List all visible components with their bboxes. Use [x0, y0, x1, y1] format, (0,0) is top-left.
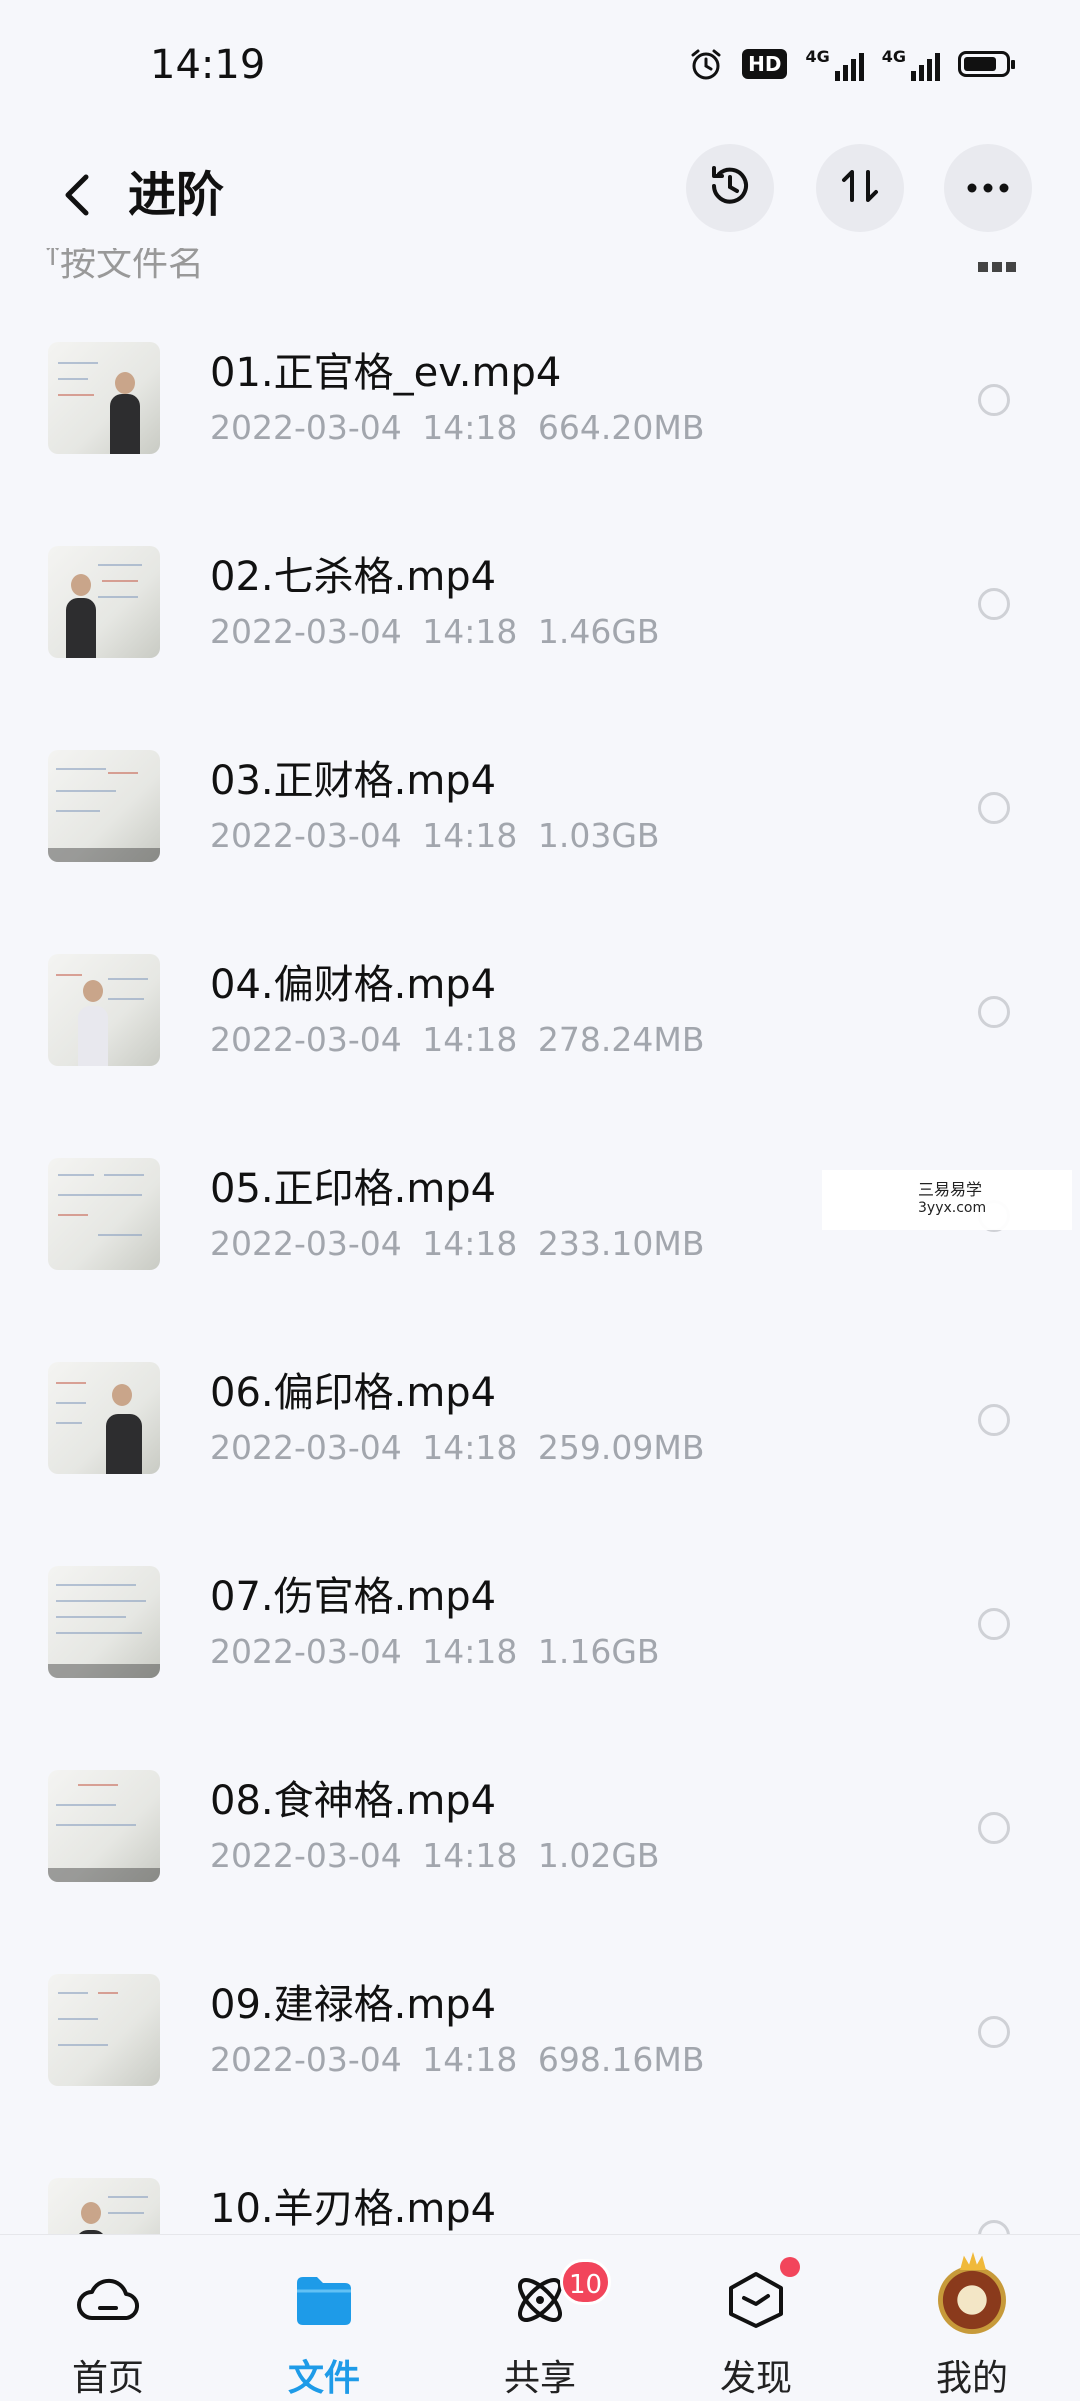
- bottom-nav: 首页 文件 10 共享 发现 我的: [0, 2234, 1080, 2401]
- list-item[interactable]: 06.偏印格.mp4 2022-03-04 14:18 259.09MB: [0, 1320, 1080, 1524]
- file-name: 06.偏印格.mp4: [210, 1370, 497, 1416]
- select-checkbox[interactable]: [978, 384, 1010, 416]
- more-button[interactable]: [944, 144, 1032, 232]
- signal-4g-icon: 4G: [805, 47, 864, 81]
- cloud-icon: [73, 2265, 143, 2335]
- nav-home[interactable]: 首页: [28, 2235, 188, 2401]
- select-checkbox[interactable]: [978, 792, 1010, 824]
- file-name: 04.偏财格.mp4: [210, 962, 497, 1008]
- list-item[interactable]: 09.建禄格.mp4 2022-03-04 14:18 698.16MB: [0, 1932, 1080, 2136]
- file-meta: 2022-03-04 14:18 1.03GB: [210, 816, 660, 855]
- battery-icon: [958, 51, 1015, 77]
- file-name: 08.食神格.mp4: [210, 1778, 497, 1824]
- file-name: 03.正财格.mp4: [210, 758, 497, 804]
- video-thumbnail: [48, 1770, 160, 1882]
- video-thumbnail: [48, 1566, 160, 1678]
- list-item[interactable]: 02.七杀格.mp4 2022-03-04 14:18 1.46GB: [0, 504, 1080, 708]
- grid-view-icon[interactable]: [978, 262, 1016, 272]
- list-item[interactable]: 10.羊刃格.mp4: [0, 2136, 1080, 2234]
- nav-share[interactable]: 10 共享: [460, 2235, 620, 2401]
- select-checkbox[interactable]: [978, 2016, 1010, 2048]
- avatar: [937, 2265, 1007, 2335]
- more-dots-icon: [966, 179, 1010, 198]
- sort-row[interactable]: ↑ 按文件名: [0, 248, 1080, 288]
- sort-button[interactable]: [816, 144, 904, 232]
- select-checkbox[interactable]: [978, 1812, 1010, 1844]
- nav-label-home: 首页: [71, 2358, 144, 2399]
- video-thumbnail: [48, 1974, 160, 2086]
- nav-me[interactable]: 我的: [892, 2235, 1052, 2401]
- list-item[interactable]: 08.食神格.mp4 2022-03-04 14:18 1.02GB: [0, 1728, 1080, 1932]
- video-thumbnail: [48, 2178, 160, 2234]
- signal-4g-2-icon: 4G: [882, 47, 940, 81]
- file-meta: 2022-03-04 14:18 698.16MB: [210, 2040, 705, 2079]
- list-item[interactable]: 07.伤官格.mp4 2022-03-04 14:18 1.16GB: [0, 1524, 1080, 1728]
- hd-icon: HD: [742, 49, 788, 79]
- select-checkbox[interactable]: [978, 1404, 1010, 1436]
- list-item[interactable]: 03.正财格.mp4 2022-03-04 14:18 1.03GB: [0, 708, 1080, 912]
- folder-icon: [289, 2265, 359, 2335]
- file-name: 05.正印格.mp4: [210, 1166, 497, 1212]
- nav-discover[interactable]: 发现: [676, 2235, 836, 2401]
- alarm-icon: [688, 46, 724, 82]
- file-meta: 2022-03-04 14:18 233.10MB: [210, 1224, 705, 1263]
- file-list: 01.正官格_ev.mp4 2022-03-04 14:18 664.20MB …: [0, 300, 1080, 2234]
- file-meta: 2022-03-04 14:18 278.24MB: [210, 1020, 705, 1059]
- sort-label: 按文件名: [60, 248, 205, 284]
- select-checkbox[interactable]: [978, 1608, 1010, 1640]
- file-name: 01.正官格_ev.mp4: [210, 350, 562, 396]
- page-title: 进阶: [128, 167, 225, 223]
- back-arrow-icon[interactable]: [46, 160, 106, 230]
- history-button[interactable]: [686, 144, 774, 232]
- file-meta: 2022-03-04 14:18 664.20MB: [210, 408, 705, 447]
- list-item[interactable]: 01.正官格_ev.mp4 2022-03-04 14:18 664.20MB: [0, 300, 1080, 504]
- file-name: 02.七杀格.mp4: [210, 554, 497, 600]
- nav-files[interactable]: 文件: [244, 2235, 404, 2401]
- share-badge: 10: [560, 2259, 612, 2305]
- discover-dot: [780, 2257, 800, 2277]
- status-time: 14:19: [150, 42, 266, 88]
- watermark: 三易易学 3yyx.com: [822, 1170, 1072, 1230]
- status-icons: HD 4G 4G: [688, 46, 1015, 82]
- select-checkbox[interactable]: [978, 588, 1010, 620]
- status-bar: 14:19 HD 4G 4G: [0, 0, 1080, 130]
- file-meta: 2022-03-04 14:18 259.09MB: [210, 1428, 705, 1467]
- video-thumbnail: [48, 546, 160, 658]
- video-thumbnail: [48, 1158, 160, 1270]
- file-meta: 2022-03-04 14:18 1.16GB: [210, 1632, 660, 1671]
- cube-icon: [721, 2265, 791, 2335]
- nav-label-share: 共享: [503, 2358, 576, 2399]
- nav-label-discover: 发现: [719, 2358, 792, 2399]
- video-thumbnail: [48, 342, 160, 454]
- sort-arrows-icon: [838, 164, 882, 212]
- header: 进阶: [0, 130, 1080, 260]
- select-checkbox[interactable]: [978, 996, 1010, 1028]
- file-name: 09.建禄格.mp4: [210, 1982, 497, 2028]
- nav-label-me: 我的: [935, 2358, 1008, 2399]
- file-meta: 2022-03-04 14:18 1.46GB: [210, 612, 660, 651]
- file-name: 10.羊刃格.mp4: [210, 2186, 497, 2232]
- history-clock-icon: [706, 162, 754, 214]
- select-checkbox[interactable]: [978, 2220, 1010, 2234]
- list-item[interactable]: 04.偏财格.mp4 2022-03-04 14:18 278.24MB: [0, 912, 1080, 1116]
- video-thumbnail: [48, 750, 160, 862]
- file-meta: 2022-03-04 14:18 1.02GB: [210, 1836, 660, 1875]
- nav-label-files: 文件: [287, 2358, 360, 2399]
- video-thumbnail: [48, 1362, 160, 1474]
- video-thumbnail: [48, 954, 160, 1066]
- file-name: 07.伤官格.mp4: [210, 1574, 497, 1620]
